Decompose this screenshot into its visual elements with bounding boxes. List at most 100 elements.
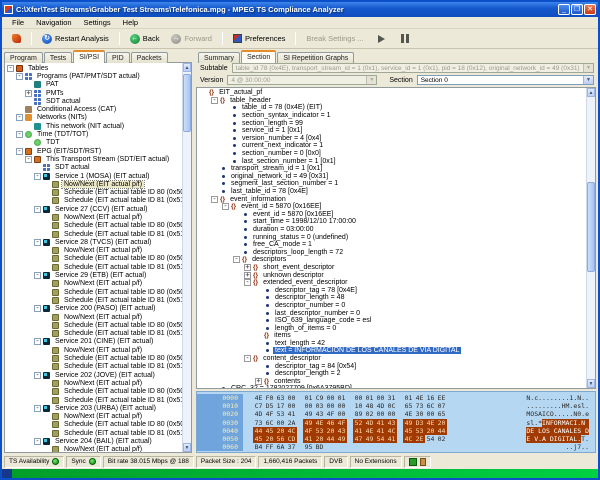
collapse-icon[interactable]: - — [34, 206, 41, 213]
hex-byte[interactable]: 4D — [253, 410, 264, 418]
close-button[interactable]: ✕ — [584, 4, 596, 15]
hex-byte[interactable]: 20 — [314, 435, 325, 443]
scrollbar-track[interactable] — [183, 72, 191, 443]
hex-byte[interactable]: 44 — [253, 427, 264, 435]
hex-byte[interactable]: 49 — [336, 435, 347, 443]
collapse-icon[interactable]: - — [222, 203, 229, 210]
tree-item-label[interactable]: Schedule (EIT actual table ID 81 (0x51)) — [62, 430, 182, 437]
detail-item-label[interactable]: segment_last_section_number = 1 — [229, 180, 340, 187]
restore-button[interactable]: ❐ — [571, 4, 583, 15]
hex-byte[interactable]: 4E — [403, 410, 414, 418]
collapse-icon[interactable]: - — [34, 173, 41, 180]
detail-item-label[interactable]: length_of_items = 0 — [273, 325, 338, 332]
scroll-up-icon[interactable]: ▲ — [587, 88, 595, 97]
detail-item-label[interactable]: section_number = 0 [0x0] — [240, 150, 323, 157]
detail-item-label[interactable]: current_next_indicator = 1 — [240, 142, 325, 149]
tree-item-label[interactable]: TDT — [44, 139, 62, 146]
hex-byte[interactable]: CD — [286, 435, 297, 443]
hex-byte[interactable]: 4F — [336, 419, 347, 427]
detail-item-label[interactable]: CRC_32 = 1782027709 [0x6A3795BD] — [229, 385, 354, 388]
hex-byte[interactable]: 47 — [353, 435, 364, 443]
hex-byte[interactable]: 4E — [314, 419, 325, 427]
collapse-icon[interactable]: - — [233, 256, 240, 263]
hex-byte[interactable]: 65 — [436, 410, 447, 418]
hex-byte[interactable]: BD — [314, 443, 325, 451]
collapse-icon[interactable]: - — [16, 131, 23, 138]
tree-item-label[interactable]: Programs (PAT/PMT/SDT actual) — [35, 73, 142, 80]
hex-byte[interactable]: B4 — [253, 443, 264, 451]
hex-byte[interactable]: 89 — [353, 410, 364, 418]
detail-item-label[interactable]: version_number = 4 [0x4] — [240, 135, 323, 142]
detail-item-label[interactable]: descriptor_tag = 84 [0x54] — [273, 363, 358, 370]
hex-byte[interactable]: 49 — [303, 410, 314, 418]
detail-item-label[interactable]: event_id = 5870 [0x16EE] — [251, 211, 335, 218]
detail-item-label[interactable]: short_event_descriptor — [261, 264, 336, 271]
detail-tree-scrollbar[interactable]: ▲ ▼ — [586, 88, 595, 388]
detail-item-label[interactable]: ISO_639_language_code = esl — [273, 317, 373, 324]
hex-byte[interactable]: 49 — [303, 419, 314, 427]
tree-item-label[interactable]: Service 29 (ETB) (EIT actual) — [53, 272, 148, 279]
collapse-icon[interactable]: - — [211, 97, 218, 104]
tree-item-label[interactable]: Conditional Access (CAT) — [35, 106, 118, 113]
hex-byte[interactable]: 4D — [375, 402, 386, 410]
hex-byte[interactable]: 00 — [286, 402, 297, 410]
hex-byte[interactable]: 00 — [286, 394, 297, 402]
hex-byte[interactable]: 4F — [325, 410, 336, 418]
tree-item-label[interactable]: Service 202 (JOVE) (EIT actual) — [53, 372, 157, 379]
hex-byte[interactable]: 31 — [386, 394, 397, 402]
menu-item-navigation[interactable]: Navigation — [30, 18, 77, 27]
hex-byte[interactable]: 56 — [275, 435, 286, 443]
detail-item-label[interactable]: unknown descriptor — [261, 272, 326, 279]
scroll-down-icon[interactable]: ▼ — [183, 443, 191, 452]
hex-byte[interactable]: 07 — [436, 402, 447, 410]
hex-byte[interactable]: 37 — [286, 443, 297, 451]
back-button[interactable]: ← Back — [124, 32, 166, 46]
hex-byte[interactable]: 4E — [364, 427, 375, 435]
hex-byte[interactable]: 20 — [436, 419, 447, 427]
collapse-icon[interactable]: - — [34, 272, 41, 279]
detail-item-label[interactable]: descriptors — [250, 256, 288, 263]
detail-item-label[interactable]: last_section_number = 1 [0x1] — [240, 158, 338, 165]
hex-byte[interactable]: 20 — [425, 427, 436, 435]
detail-item-label[interactable]: descriptor_length = 2 — [273, 370, 343, 377]
hex-byte[interactable]: 00 — [375, 394, 386, 402]
hex-byte[interactable]: 6A — [275, 443, 286, 451]
hex-byte[interactable]: 01 — [303, 394, 314, 402]
hex-byte[interactable]: 6C — [264, 419, 275, 427]
hex-byte[interactable]: 63 — [275, 394, 286, 402]
hex-byte[interactable]: 45 — [403, 427, 414, 435]
tab-si-psi[interactable]: SI/PSI — [73, 50, 105, 63]
detail-item-label[interactable]: running_status = 0 (undefined) — [251, 234, 350, 241]
menu-item-help[interactable]: Help — [117, 18, 144, 27]
tree-item-label[interactable]: Schedule (EIT actual table ID 81 (0x51)) — [62, 397, 182, 404]
detail-item-label[interactable]: last_descriptor_number = 0 — [273, 310, 362, 317]
restart-analysis-button[interactable]: ↻ Restart Analysis — [36, 32, 115, 46]
hex-byte[interactable]: 48 — [364, 402, 375, 410]
detail-item-label[interactable]: service_id = 1 [0x1] — [240, 127, 305, 134]
hex-byte[interactable]: 41 — [353, 427, 364, 435]
tree-item-label[interactable]: Schedule (EIT actual table ID 80 (0x50)) — [62, 421, 182, 428]
detail-item-label[interactable]: section_length = 99 — [240, 120, 305, 127]
hex-byte[interactable]: 41 — [375, 427, 386, 435]
detail-item-label[interactable]: items — [272, 332, 293, 339]
hex-byte[interactable]: F0 — [264, 394, 275, 402]
hex-byte[interactable]: D3 — [414, 419, 425, 427]
tree-item-label[interactable]: Now/Next (EIT actual p/f) — [62, 247, 144, 254]
tree-item-label[interactable]: Service 27 (CCV) (EIT actual) — [53, 206, 149, 213]
tree-item-label[interactable]: PMTs — [44, 90, 66, 97]
tree-item-label[interactable]: Tables — [26, 65, 50, 72]
menu-item-settings[interactable]: Settings — [78, 18, 117, 27]
hex-byte[interactable]: 41 — [386, 435, 397, 443]
tree-item-label[interactable]: Schedule (EIT actual table ID 80 (0x50)) — [62, 222, 182, 229]
tree-item-label[interactable]: Schedule (EIT actual table ID 80 (0x50)) — [62, 322, 182, 329]
tree-item-label[interactable]: Time (TDT/TOT) — [35, 131, 90, 138]
expand-icon[interactable]: + — [255, 378, 262, 385]
detail-item-label[interactable]: descriptors_loop_length = 72 — [251, 249, 345, 256]
hex-byte[interactable]: 49 — [403, 419, 414, 427]
hex-byte[interactable]: 4C — [386, 427, 397, 435]
tree-item-label[interactable]: Schedule (EIT actual table ID 81 (0x51)) — [62, 330, 182, 337]
hex-byte[interactable]: 44 — [436, 427, 447, 435]
collapse-icon[interactable]: - — [16, 114, 23, 121]
hex-byte[interactable]: 54 — [425, 435, 436, 443]
hex-byte[interactable]: 20 — [325, 427, 336, 435]
